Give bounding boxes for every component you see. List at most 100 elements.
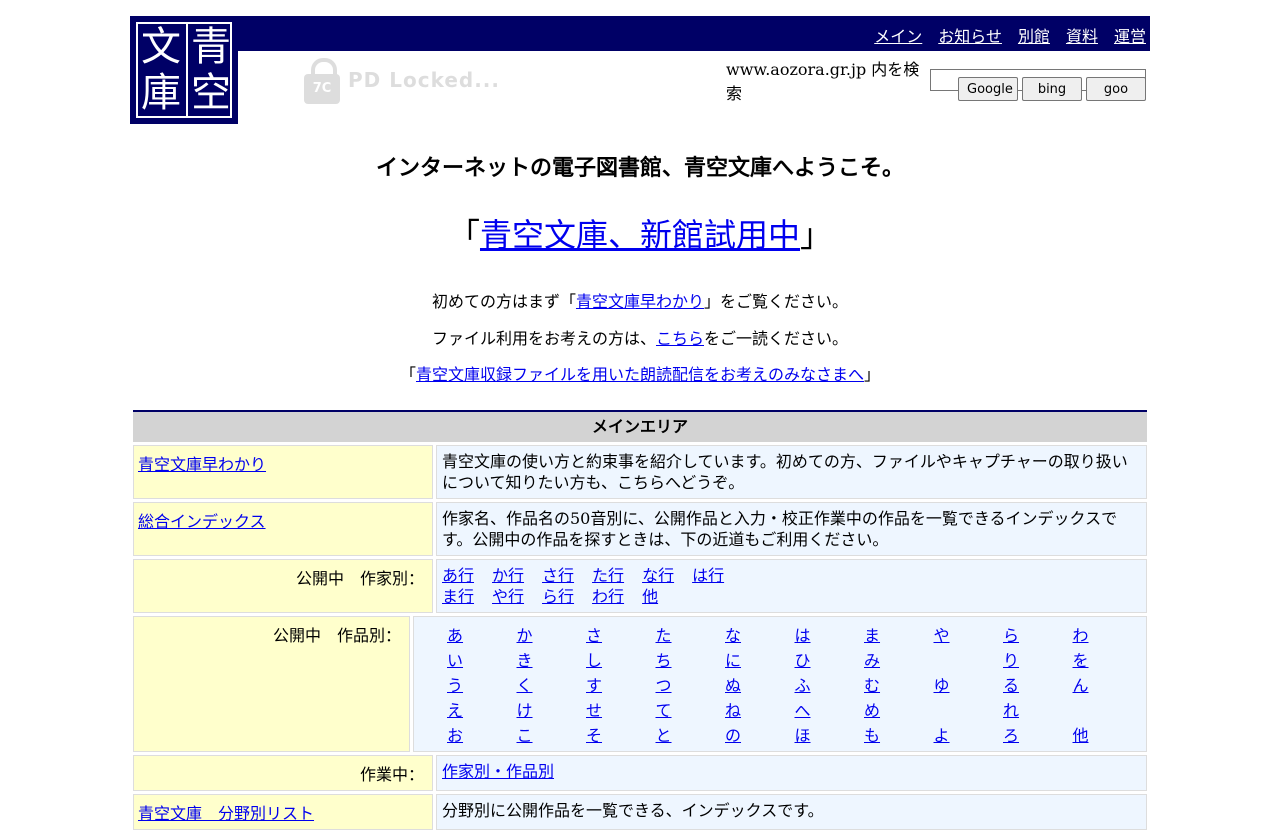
- kana-cell: り: [1003, 650, 1073, 671]
- author-row-link[interactable]: な行: [642, 566, 674, 585]
- new-hall-link[interactable]: 青空文庫、新館試用中: [480, 216, 800, 254]
- author-row-link[interactable]: た行: [592, 566, 624, 585]
- work-kana-link[interactable]: え: [447, 701, 463, 720]
- work-kana-link[interactable]: な: [725, 626, 741, 645]
- work-kana-link[interactable]: ね: [725, 701, 741, 720]
- kana-cell: く: [517, 675, 587, 696]
- work-kana-link[interactable]: う: [447, 676, 463, 695]
- work-kana-link[interactable]: く: [517, 676, 533, 695]
- work-kana-link[interactable]: ぬ: [725, 676, 741, 695]
- work-kana-link[interactable]: よ: [934, 726, 950, 745]
- work-kana-link[interactable]: あ: [447, 626, 463, 645]
- work-kana-link[interactable]: そ: [586, 726, 602, 745]
- work-kana-link[interactable]: と: [656, 726, 672, 745]
- work-kana-link[interactable]: ち: [656, 651, 672, 670]
- work-kana-link[interactable]: ひ: [795, 651, 811, 670]
- author-row-link[interactable]: わ行: [592, 587, 624, 606]
- works-kana-grid: あ か さ た な は ま や ら わい き し ち に ひ み り をう く す つ ぬ ふ む ゆ る んえ け せ て ね へ め れお こ そ…: [419, 622, 1142, 746]
- kana-cell: ろ: [1003, 725, 1073, 746]
- work-kana-link[interactable]: し: [586, 651, 602, 670]
- kana-cell: う: [447, 675, 517, 696]
- author-row-link[interactable]: ま行: [442, 587, 474, 606]
- work-kana-link[interactable]: み: [864, 651, 880, 670]
- author-row-link[interactable]: は行: [692, 566, 724, 585]
- bing-search-button[interactable]: bing: [1022, 77, 1082, 101]
- aozora-logo[interactable]: 青 文 空 庫: [130, 16, 238, 124]
- search-label: www.aozora.gr.jp 内を検索: [726, 60, 920, 103]
- kana-cell: け: [517, 700, 587, 721]
- work-kana-link[interactable]: つ: [656, 676, 672, 695]
- work-kana-link[interactable]: き: [517, 651, 533, 670]
- nav-link-main[interactable]: メイン: [874, 27, 922, 46]
- nav-link-operation[interactable]: 運営: [1114, 27, 1146, 46]
- work-kana-link[interactable]: ら: [1003, 626, 1019, 645]
- kana-cell: し: [586, 650, 656, 671]
- general-index-link[interactable]: 総合インデックス: [138, 512, 266, 531]
- work-kana-link[interactable]: た: [656, 626, 672, 645]
- work-kana-link[interactable]: も: [864, 726, 880, 745]
- work-kana-link[interactable]: む: [864, 676, 880, 695]
- quick-guide-link[interactable]: 青空文庫早わかり: [576, 292, 704, 311]
- kana-cell: え: [447, 700, 517, 721]
- work-kana-link[interactable]: て: [656, 701, 672, 720]
- row-label-cell: 青空文庫早わかり: [133, 445, 433, 499]
- work-kana-link[interactable]: わ: [1073, 626, 1089, 645]
- reading-stream-link[interactable]: 青空文庫収録ファイルを用いた朗読配信をお考えのみなさまへ: [416, 365, 864, 384]
- author-row-link[interactable]: ら行: [542, 587, 574, 606]
- kana-cell: ら: [1003, 625, 1073, 646]
- work-kana-link[interactable]: け: [517, 701, 533, 720]
- kana-cell: ち: [656, 650, 726, 671]
- genre-list-link[interactable]: 青空文庫 分野別リスト: [138, 804, 314, 823]
- work-kana-link[interactable]: れ: [1003, 701, 1019, 720]
- nav-link-annex[interactable]: 別館: [1018, 27, 1050, 46]
- kana-cell: あ: [447, 625, 517, 646]
- work-kana-link[interactable]: す: [586, 676, 602, 695]
- google-search-button[interactable]: Google: [958, 77, 1018, 101]
- nav-link-news[interactable]: お知らせ: [938, 27, 1002, 46]
- work-kana-link[interactable]: さ: [586, 626, 602, 645]
- work-kana-link[interactable]: に: [725, 651, 741, 670]
- work-kana-link[interactable]: か: [517, 626, 533, 645]
- work-kana-link[interactable]: ま: [864, 626, 880, 645]
- work-kana-link[interactable]: ほ: [795, 726, 811, 745]
- file-use-link[interactable]: こちら: [656, 329, 704, 348]
- quick-guide-row-link[interactable]: 青空文庫早わかり: [138, 455, 266, 474]
- work-kana-link[interactable]: こ: [517, 726, 533, 745]
- kana-cell: み: [864, 650, 934, 671]
- work-kana-link[interactable]: お: [447, 726, 463, 745]
- work-kana-link[interactable]: め: [864, 701, 880, 720]
- logo-frame: 青 文 空 庫: [136, 22, 232, 118]
- kana-cell: ふ: [795, 675, 865, 696]
- work-kana-link[interactable]: や: [934, 626, 950, 645]
- work-kana-link[interactable]: ろ: [1003, 726, 1019, 745]
- author-row-link[interactable]: 他: [642, 587, 658, 606]
- work-kana-link[interactable]: 他: [1073, 726, 1089, 745]
- work-kana-link[interactable]: へ: [795, 701, 811, 720]
- new-hall-notice: 「青空文庫、新館試用中」: [0, 210, 1280, 256]
- work-kana-link[interactable]: は: [795, 626, 811, 645]
- in-progress-cell: 作家別・作品別: [436, 755, 1147, 791]
- nav-link-materials[interactable]: 資料: [1066, 27, 1098, 46]
- work-kana-link[interactable]: ふ: [795, 676, 811, 695]
- author-row-link[interactable]: や行: [492, 587, 524, 606]
- intro-text: ファイル利用をお考えの方は、: [431, 329, 656, 348]
- kana-cell: つ: [656, 675, 726, 696]
- in-progress-link[interactable]: 作家別・作品別: [442, 762, 554, 781]
- work-kana-link[interactable]: る: [1003, 676, 1019, 695]
- work-kana-link[interactable]: り: [1003, 651, 1019, 670]
- table-row: 総合インデックス 作家名、作品名の50音別に、公開作品と入力・校正作業中の作品を…: [133, 502, 1147, 556]
- work-kana-link[interactable]: の: [725, 726, 741, 745]
- kana-cell: ね: [725, 700, 795, 721]
- author-row-link[interactable]: あ行: [442, 566, 474, 585]
- intro-text: 初めての方はまず「: [431, 292, 576, 311]
- work-kana-link[interactable]: ゆ: [934, 676, 950, 695]
- work-kana-link[interactable]: を: [1073, 651, 1089, 670]
- intro-text: 」: [864, 365, 881, 384]
- author-row-link[interactable]: さ行: [542, 566, 574, 585]
- kana-cell: は: [795, 625, 865, 646]
- work-kana-link[interactable]: ん: [1073, 676, 1089, 695]
- goo-search-button[interactable]: goo: [1086, 77, 1146, 101]
- author-row-link[interactable]: か行: [492, 566, 524, 585]
- work-kana-link[interactable]: せ: [586, 701, 602, 720]
- work-kana-link[interactable]: い: [447, 651, 463, 670]
